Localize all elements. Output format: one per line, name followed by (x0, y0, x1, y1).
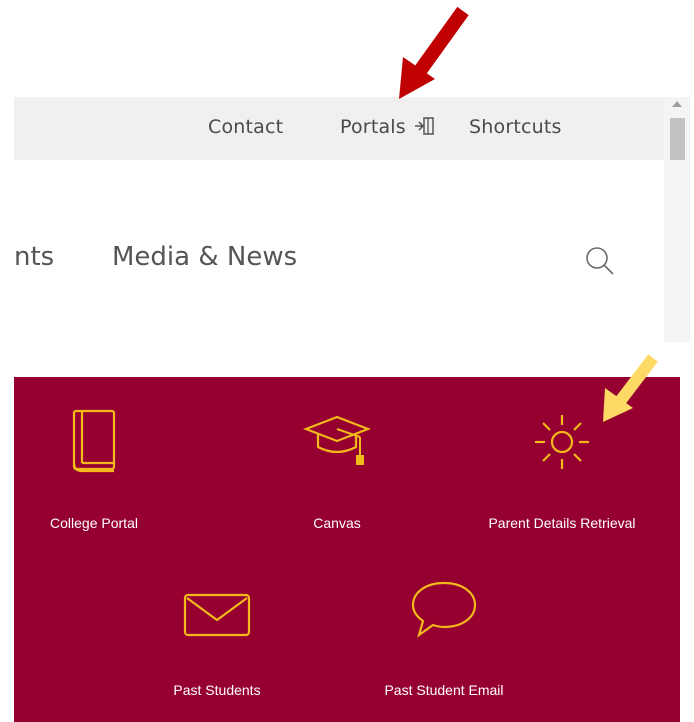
portal-door-icon (415, 117, 434, 135)
shortcuts-link[interactable]: Shortcuts (469, 116, 562, 138)
scroll-thumb[interactable] (670, 118, 685, 160)
envelope-icon (183, 593, 251, 637)
canvas-label: Canvas (313, 515, 361, 531)
portals-label: Portals (340, 116, 406, 138)
past-students-tile[interactable]: Past Students (117, 587, 317, 698)
college-portal-label: College Portal (50, 515, 138, 531)
sun-icon (535, 415, 589, 469)
parent-details-retrieval-label: Parent Details Retrieval (488, 515, 636, 531)
page-scrollbar[interactable] (664, 97, 690, 342)
past-students-label: Past Students (173, 682, 261, 698)
canvas-tile[interactable]: Canvas (237, 407, 437, 531)
red-annotation-arrow (399, 6, 469, 99)
yellow-annotation-arrow (603, 354, 658, 422)
graduation-cap-icon (302, 415, 372, 465)
past-student-email-tile[interactable]: Past Student Email (344, 577, 544, 698)
utility-bar: Contact Portals Shortcuts (14, 97, 664, 160)
search-icon[interactable] (580, 240, 624, 284)
past-student-email-label: Past Student Email (384, 682, 504, 698)
book-icon (72, 409, 116, 473)
college-portal-tile[interactable]: College Portal (0, 407, 194, 531)
contact-link[interactable]: Contact (208, 116, 283, 138)
main-nav: nts Media & News (14, 160, 664, 342)
nav-item-partial[interactable]: nts (14, 242, 54, 272)
portals-panel: College Portal Canvas Parent Details Ret… (14, 377, 680, 722)
speech-bubble-icon (411, 581, 477, 638)
scroll-up-arrow-icon[interactable] (672, 101, 682, 107)
portals-link[interactable]: Portals (340, 116, 436, 138)
nav-item-media-news[interactable]: Media & News (112, 242, 297, 272)
